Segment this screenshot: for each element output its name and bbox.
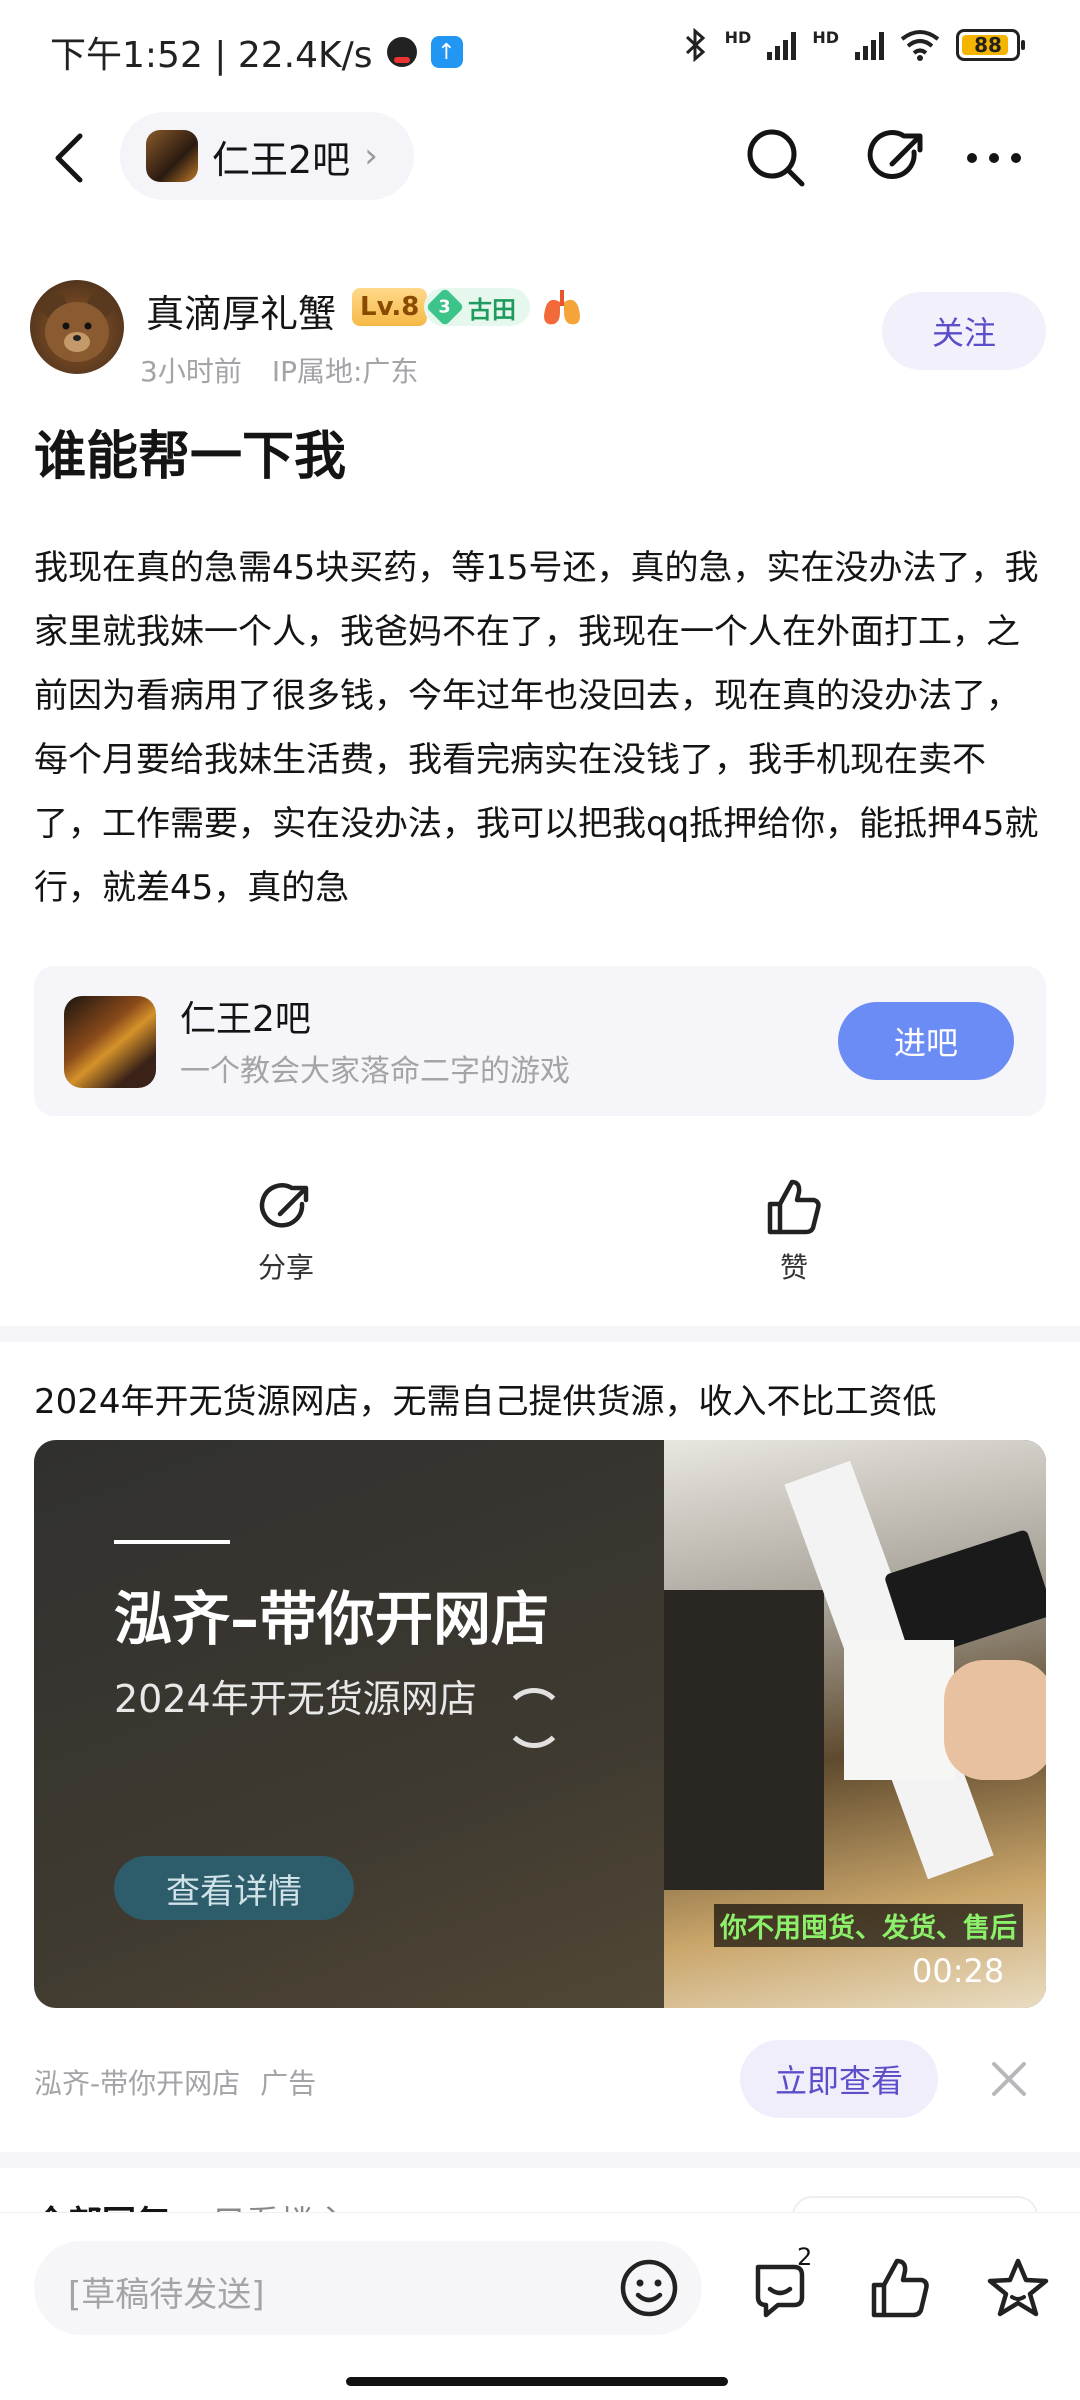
photo-hand <box>944 1660 1046 1780</box>
back-icon[interactable] <box>44 130 100 186</box>
ad-detail-button[interactable]: 查看详情 <box>114 1856 354 1920</box>
title-badge: 3 古田 <box>424 287 530 327</box>
ad-video[interactable]: 泓齐–带你开网店 2024年开无货源网店 查看详情 你不用囤货、发货、售后 00… <box>34 1440 1046 2008</box>
status-time-speed: 下午1:52 | 22.4K/s <box>50 35 373 76</box>
signal-icon-2 <box>855 30 884 60</box>
title-badge-text: 古田 <box>468 295 516 324</box>
share-icon[interactable] <box>862 122 934 194</box>
photo-paper-stack <box>844 1640 954 1780</box>
like-label: 赞 <box>779 1251 808 1284</box>
thumbs-up-icon <box>767 1179 821 1235</box>
ad-source-name: 泓齐-带你开网店 <box>34 2067 241 2100</box>
chevron-right-icon: › <box>364 136 378 176</box>
more-icon[interactable] <box>958 122 1030 194</box>
bluetooth-icon <box>685 28 705 62</box>
section-divider-2 <box>0 2152 1080 2168</box>
ad-video-caption: 你不用囤货、发货、售后 <box>714 1904 1023 1947</box>
forum-chip-avatar <box>146 130 198 182</box>
share-icon <box>259 1183 309 1228</box>
hd-label-2: HD <box>812 28 839 47</box>
top-nav: 仁王2吧 › <box>0 110 1080 206</box>
photo-shelf <box>664 1590 824 1890</box>
star-icon[interactable] <box>982 2253 1054 2325</box>
like-action[interactable]: 赞 <box>734 1176 854 1286</box>
post-meta: 3小时前 IP属地:广东 <box>140 350 418 390</box>
ad-video-duration: 00:28 <box>912 1952 1005 1990</box>
ad-big-text: 泓齐–带你开网店 <box>114 1585 550 1653</box>
post-title: 谁能帮一下我 <box>34 427 347 487</box>
post-body: 我现在真的急需45块买药，等15号还，真的急，实在没办法了，我家里就我妹一个人，… <box>34 548 1039 908</box>
forum-card[interactable]: 仁王2吧 一个教会大家落命二字的游戏 进吧 <box>34 966 1046 1116</box>
reply-input[interactable]: [草稿待发送] <box>34 2241 702 2335</box>
follow-button[interactable]: 关注 <box>882 292 1046 370</box>
gem-icon: 3 <box>425 287 465 327</box>
upload-notification-icon: ↑ <box>430 36 463 68</box>
qq-notification-icon <box>386 37 417 67</box>
forum-chip-label: 仁王2吧 <box>212 137 351 182</box>
battery-icon: 88 <box>956 29 1025 61</box>
status-right: HD HD 88 <box>683 28 1025 62</box>
ad-source: 泓齐-带你开网店 广告 <box>34 2062 316 2102</box>
post-ip: IP属地:广东 <box>271 355 419 388</box>
section-divider <box>0 1326 1080 1342</box>
home-indicator[interactable] <box>346 2377 728 2386</box>
close-icon[interactable] <box>986 2056 1032 2102</box>
forum-description: 一个教会大家落命二字的游戏 <box>180 1054 570 1089</box>
level-badge: Lv.8 <box>352 288 428 326</box>
signal-icon-1 <box>767 30 797 60</box>
thumbs-up-icon[interactable] <box>864 2253 936 2325</box>
ad-view-button[interactable]: 立即查看 <box>740 2040 938 2118</box>
enter-forum-button[interactable]: 进吧 <box>838 1002 1014 1080</box>
lungs-icon <box>544 290 580 325</box>
ad-decor-line <box>114 1540 230 1544</box>
author-name[interactable]: 真滴厚礼蟹 <box>146 283 336 338</box>
status-left: 下午1:52 | 22.4K/s ↑ <box>50 26 463 78</box>
loading-spinner-icon <box>504 1688 564 1748</box>
emoji-icon[interactable] <box>616 2255 682 2321</box>
comment-count: 2 <box>797 2243 813 2271</box>
ad-tag: 广告 <box>260 2067 317 2100</box>
forum-name: 仁王2吧 <box>180 999 311 1040</box>
battery-level: 88 <box>974 33 1002 57</box>
reply-placeholder: [草稿待发送] <box>68 2275 265 2315</box>
ad-headline[interactable]: 2024年开无货源网店，无需自己提供货源，收入不比工资低 <box>34 1374 937 1423</box>
author-avatar[interactable] <box>30 280 124 374</box>
share-action[interactable]: 分享 <box>226 1176 346 1286</box>
forum-avatar <box>64 996 156 1088</box>
title-badge-number: 3 <box>438 297 452 317</box>
forum-chip[interactable]: 仁王2吧 › <box>120 112 414 200</box>
search-icon[interactable] <box>740 122 812 194</box>
post-time: 3小时前 <box>140 355 242 388</box>
hd-label-1: HD <box>724 28 752 47</box>
ad-sub-text: 2024年开无货源网店 <box>114 1677 477 1721</box>
status-bar: 下午1:52 | 22.4K/s ↑ HD HD 88 <box>0 0 1080 100</box>
bottom-bar: [草稿待发送] 2 <box>0 2212 1080 2400</box>
wifi-icon <box>900 30 940 61</box>
share-label: 分享 <box>257 1251 314 1284</box>
